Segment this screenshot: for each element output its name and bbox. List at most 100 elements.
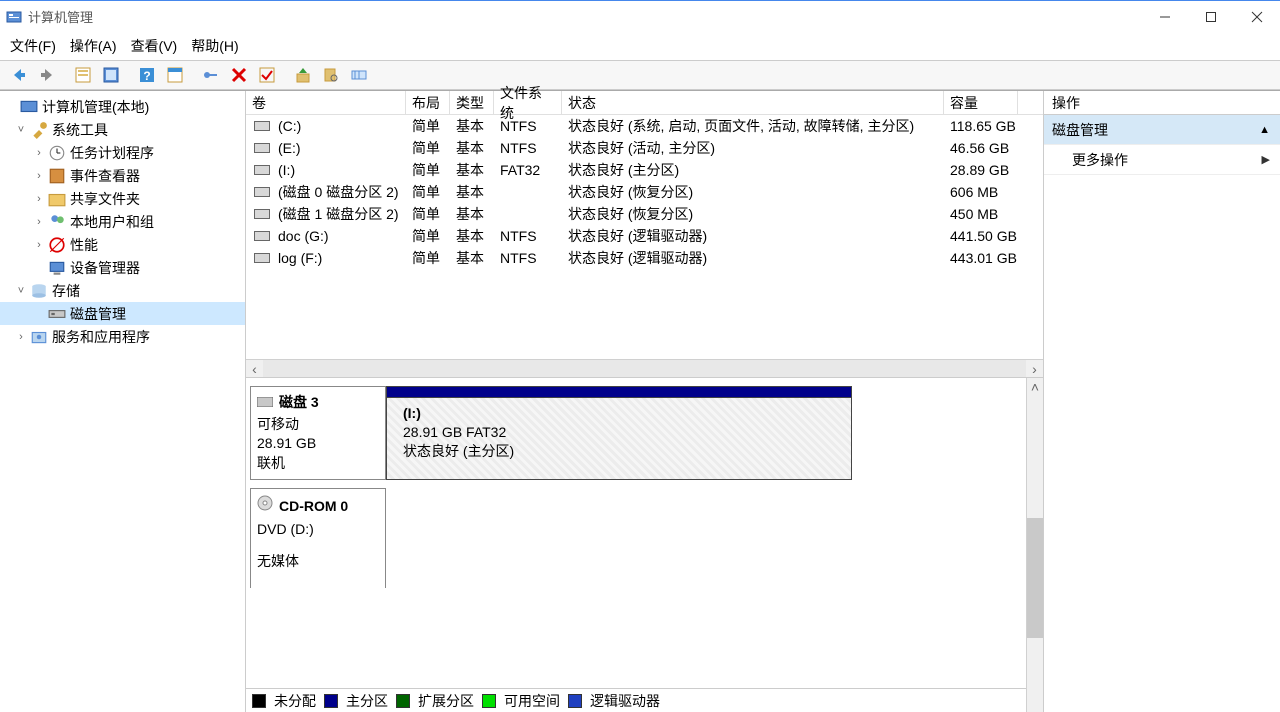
legend-logical-icon [568, 694, 582, 708]
col-layout[interactable]: 布局 [406, 91, 450, 114]
col-type[interactable]: 类型 [450, 91, 494, 114]
center-pane: 卷 布局 类型 文件系统 状态 容量 (C:)简单基本NTFS状态良好 (系统,… [246, 91, 1044, 712]
horizontal-scrollbar[interactable]: ‹ › [246, 359, 1043, 377]
legend-primary-icon [324, 694, 338, 708]
actions-more[interactable]: 更多操作 ▶ [1044, 145, 1280, 175]
cdrom-icon [257, 495, 273, 517]
scroll-track[interactable] [263, 360, 1026, 377]
expand-icon[interactable]: › [14, 331, 28, 343]
check-icon[interactable] [254, 63, 280, 87]
col-fs[interactable]: 文件系统 [494, 91, 562, 114]
toolbar: ? [0, 60, 1280, 90]
submenu-icon: ▶ [1262, 153, 1270, 166]
show-hide-tree-icon[interactable] [70, 63, 96, 87]
partition-color-bar [386, 386, 852, 398]
expand-icon[interactable]: › [32, 216, 46, 228]
menu-file[interactable]: 文件(F) [10, 36, 56, 56]
tree-root[interactable]: 计算机管理(本地) [0, 95, 245, 118]
drive-icon [254, 121, 270, 131]
expand-icon[interactable]: › [32, 147, 46, 159]
disk-row[interactable]: 磁盘 3 可移动 28.91 GB 联机 (I:) 28.91 GB FAT32… [250, 386, 1039, 480]
drive-icon [254, 143, 270, 153]
tree-local-users[interactable]: › 本地用户和组 [0, 210, 245, 233]
drive-icon [254, 209, 270, 219]
folder-icon [48, 190, 66, 208]
collapse-icon[interactable]: ▲ [1259, 124, 1270, 136]
scroll-right-icon[interactable]: › [1026, 360, 1043, 377]
tree-system-tools[interactable]: ˅ 系统工具 [0, 118, 245, 141]
legend-unallocated-icon [252, 694, 266, 708]
actions-header: 操作 [1044, 91, 1280, 115]
clock-icon [48, 144, 66, 162]
drive-icon [254, 165, 270, 175]
navigation-tree[interactable]: 计算机管理(本地) ˅ 系统工具 › 任务计划程序 › 事件查看器 › 共享文件… [0, 91, 246, 712]
tree-performance[interactable]: › 性能 [0, 233, 245, 256]
cdrom-row[interactable]: CD-ROM 0 DVD (D:) 无媒体 [250, 488, 1039, 588]
close-button[interactable] [1234, 1, 1280, 32]
minimize-button[interactable] [1142, 1, 1188, 32]
volume-row[interactable]: log (F:)简单基本NTFS状态良好 (逻辑驱动器)443.01 GB [246, 247, 1043, 269]
settings-icon[interactable] [346, 63, 372, 87]
tree-disk-management[interactable]: 磁盘管理 [0, 302, 245, 325]
expand-icon[interactable]: › [32, 193, 46, 205]
titlebar: 计算机管理 [0, 0, 1280, 32]
collapse-icon[interactable]: ˅ [14, 124, 28, 136]
window-title: 计算机管理 [28, 7, 1142, 26]
tree-event-viewer[interactable]: › 事件查看器 [0, 164, 245, 187]
collapse-icon[interactable]: ˅ [14, 285, 28, 297]
col-name[interactable]: 卷 [246, 91, 406, 114]
volume-row[interactable]: (E:)简单基本NTFS状态良好 (活动, 主分区)46.56 GB [246, 137, 1043, 159]
volume-list[interactable]: 卷 布局 类型 文件系统 状态 容量 (C:)简单基本NTFS状态良好 (系统,… [246, 91, 1043, 378]
expand-icon[interactable]: › [32, 239, 46, 251]
tree-storage[interactable]: ˅ 存储 [0, 279, 245, 302]
disk-icon [48, 305, 66, 323]
tools-icon [30, 121, 48, 139]
search-icon[interactable] [318, 63, 344, 87]
scroll-left-icon[interactable]: ‹ [246, 360, 263, 377]
delete-icon[interactable] [226, 63, 252, 87]
cdrom-meta[interactable]: CD-ROM 0 DVD (D:) 无媒体 [250, 488, 386, 588]
col-status[interactable]: 状态 [562, 91, 944, 114]
maximize-button[interactable] [1188, 1, 1234, 32]
menu-action[interactable]: 操作(A) [70, 36, 117, 56]
expand-icon[interactable]: › [32, 170, 46, 182]
svg-text:?: ? [143, 69, 150, 83]
volume-row[interactable]: (C:)简单基本NTFS状态良好 (系统, 启动, 页面文件, 活动, 故障转储… [246, 115, 1043, 137]
partition-block[interactable]: (I:) 28.91 GB FAT32 状态良好 (主分区) [386, 398, 852, 480]
vertical-scrollbar[interactable]: ˄ [1026, 378, 1043, 712]
volume-row[interactable]: doc (G:)简单基本NTFS状态良好 (逻辑驱动器)441.50 GB [246, 225, 1043, 247]
scroll-up-icon[interactable]: ˄ [1027, 378, 1043, 395]
drive-icon [254, 187, 270, 197]
disk-partition-graphic[interactable]: (I:) 28.91 GB FAT32 状态良好 (主分区) [386, 386, 852, 480]
action-icon[interactable] [198, 63, 224, 87]
volume-row[interactable]: (I:)简单基本FAT32状态良好 (主分区)28.89 GB [246, 159, 1043, 181]
tree-shared-folders[interactable]: › 共享文件夹 [0, 187, 245, 210]
tree-services-apps[interactable]: › 服务和应用程序 [0, 325, 245, 348]
tree-device-manager[interactable]: 设备管理器 [0, 256, 245, 279]
legend-extended-icon [396, 694, 410, 708]
legend: 未分配 主分区 扩展分区 可用空间 逻辑驱动器 [246, 688, 1043, 712]
up-icon[interactable] [290, 63, 316, 87]
properties-icon[interactable] [98, 63, 124, 87]
app-icon [6, 9, 22, 25]
actions-disk-management[interactable]: 磁盘管理 ▲ [1044, 115, 1280, 145]
help-icon[interactable]: ? [134, 63, 160, 87]
menubar: 文件(F) 操作(A) 查看(V) 帮助(H) [0, 32, 1280, 60]
volume-row[interactable]: (磁盘 0 磁盘分区 2)简单基本状态良好 (恢复分区)606 MB [246, 181, 1043, 203]
refresh-list-icon[interactable] [162, 63, 188, 87]
scroll-thumb[interactable] [1027, 518, 1043, 638]
disk-graphical-view[interactable]: ˄ 磁盘 3 可移动 28.91 GB 联机 (I:) [246, 378, 1043, 712]
forward-button[interactable] [34, 63, 60, 87]
device-icon [48, 259, 66, 277]
services-icon [30, 328, 48, 346]
menu-view[interactable]: 查看(V) [131, 36, 178, 56]
volume-row[interactable]: (磁盘 1 磁盘分区 2)简单基本状态良好 (恢复分区)450 MB [246, 203, 1043, 225]
col-cap[interactable]: 容量 [944, 91, 1018, 114]
performance-icon [48, 236, 66, 254]
menu-help[interactable]: 帮助(H) [191, 36, 238, 56]
storage-icon [30, 282, 48, 300]
back-button[interactable] [6, 63, 32, 87]
disk-meta[interactable]: 磁盘 3 可移动 28.91 GB 联机 [250, 386, 386, 480]
tree-task-scheduler[interactable]: › 任务计划程序 [0, 141, 245, 164]
volume-header[interactable]: 卷 布局 类型 文件系统 状态 容量 [246, 91, 1043, 115]
